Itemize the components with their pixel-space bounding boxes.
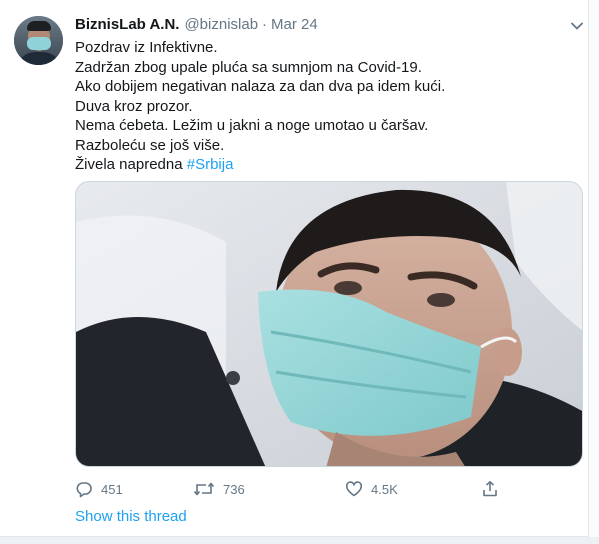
tweet-text-segment: Živela napredna [75,156,187,173]
like-count: 4.5K [371,481,398,497]
tweet-text-line: Duva kroz prozor. [75,97,193,115]
share-button[interactable] [481,478,499,500]
reply-icon [75,480,93,498]
page-edge [589,0,599,544]
tweet-text-line: Razboleću se još više. [75,136,225,154]
page-divider [0,537,599,544]
chevron-down-icon[interactable] [566,15,588,37]
hashtag-link[interactable]: #Srbija [187,156,234,173]
retweet-button[interactable]: 736 [193,478,245,500]
avatar[interactable] [14,16,63,65]
user-handle[interactable]: @biznislab [184,16,258,33]
tweet-text-line-last: Živela napredna #Srbija [75,155,575,175]
tweet-header: BiznisLab A.N. @biznislab · Mar 24 [75,16,318,36]
show-thread-link[interactable]: Show this thread [75,508,187,525]
tweet-actions: 451 736 4.5K [75,478,515,500]
tweet-text: Pozdrav iz Infektivne. Zadržan zbog upal… [75,38,575,175]
share-icon [481,480,499,498]
tweet-text-line: Zadržan zbog upale pluća sa sumnjom na C… [75,58,422,76]
separator-dot: · [262,16,268,33]
heart-icon [345,480,363,498]
display-name[interactable]: BiznisLab A.N. [75,16,179,33]
tweet-text-line: Ako dobijem negativan nalaza za dan dva … [75,78,446,95]
reply-count: 451 [101,481,123,497]
tweet-photo[interactable] [75,181,583,467]
retweet-count: 736 [223,481,245,497]
tweet-date[interactable]: Mar 24 [271,16,318,33]
reply-button[interactable]: 451 [75,478,123,500]
tweet-card: BiznisLab A.N. @biznislab · Mar 24 Pozdr… [0,0,589,537]
retweet-icon [193,480,215,498]
tweet-text-line: Pozdrav iz Infektivne. [75,39,218,56]
tweet-text-line: Nema ćebeta. Ležim u jakni a noge umotao… [75,117,429,134]
like-button[interactable]: 4.5K [345,478,398,500]
